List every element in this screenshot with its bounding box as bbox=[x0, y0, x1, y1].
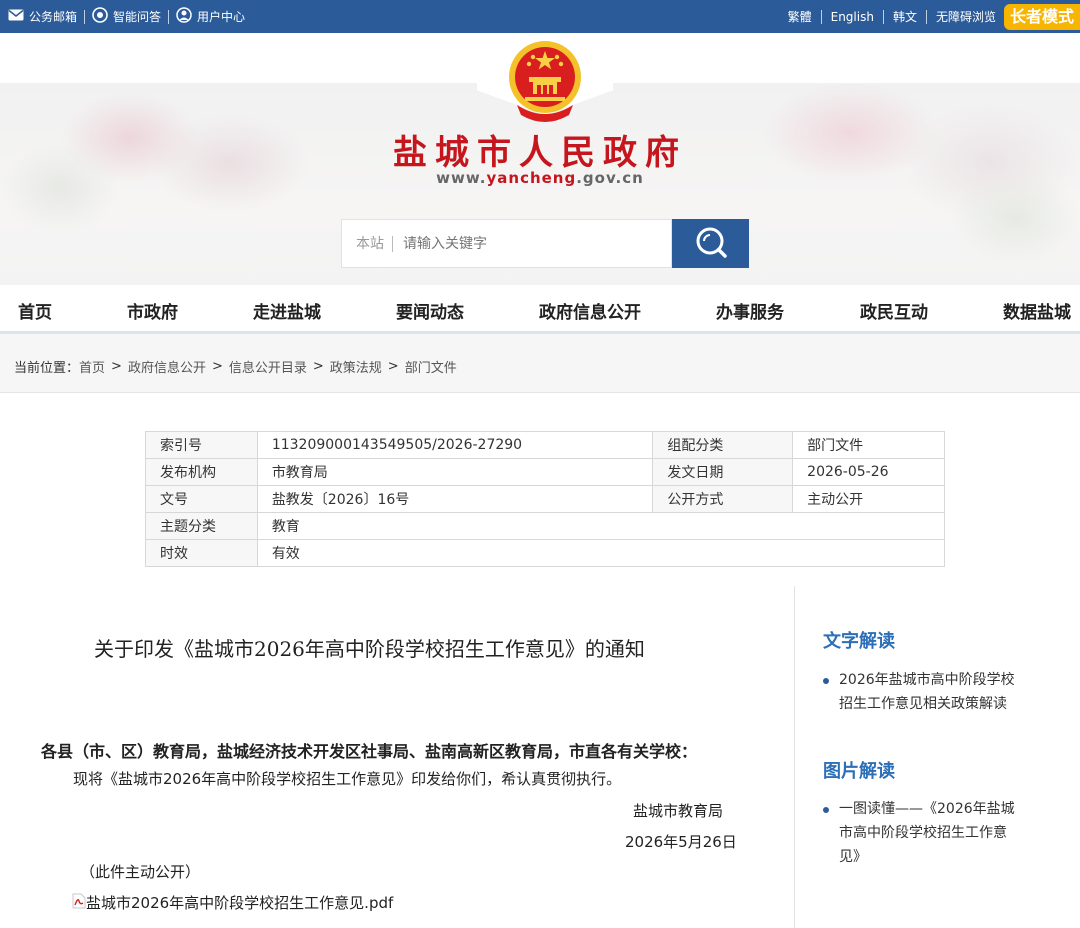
validity-label: 时效 bbox=[145, 539, 258, 567]
korean-link[interactable]: 韩文 bbox=[891, 8, 919, 25]
table-row: 主题分类 教育 bbox=[145, 512, 946, 540]
open-mode-label: 公开方式 bbox=[652, 485, 794, 513]
search-box: 本站 bbox=[341, 219, 672, 268]
nav-about-yancheng[interactable]: 走进盐城 bbox=[253, 298, 321, 323]
site-url: www.yancheng.gov.cn bbox=[0, 169, 1080, 187]
breadcrumb-separator: > bbox=[211, 359, 223, 374]
divider bbox=[820, 9, 822, 24]
qa-icon bbox=[92, 7, 108, 26]
nav-info-disclosure[interactable]: 政府信息公开 bbox=[539, 298, 641, 323]
attachment-name: 盐城市2026年高中阶段学校招生工作意见.pdf bbox=[86, 894, 394, 912]
search-icon bbox=[693, 224, 729, 264]
top-bar: 公务邮箱 智能问答 用户中心 繁體 English 韩文 无障碍浏览 长者模式 bbox=[0, 0, 1080, 33]
topic-label: 主题分类 bbox=[145, 512, 258, 540]
nav-interaction[interactable]: 政民互动 bbox=[860, 298, 928, 323]
image-interpretation-line: 见》 bbox=[839, 849, 867, 865]
nav-news[interactable]: 要闻动态 bbox=[396, 298, 464, 323]
date-value: 2026-05-26 bbox=[792, 458, 945, 486]
qa-link[interactable]: 智能问答 bbox=[92, 7, 161, 26]
table-row: 发布机构 市教育局 发文日期 2026-05-26 bbox=[145, 458, 945, 486]
elder-mode-button[interactable]: 长者模式 bbox=[1003, 3, 1080, 30]
image-interpretation-heading: 图片解读 bbox=[823, 761, 895, 782]
nav-data-yancheng[interactable]: 数据盐城 bbox=[1003, 298, 1071, 323]
nav-city-government[interactable]: 市政府 bbox=[127, 298, 178, 323]
text-interpretation-item[interactable]: 2026年盐城市高中阶段学校 招生工作意见相关政策解读 bbox=[823, 668, 1015, 716]
breadcrumb-separator: > bbox=[387, 359, 399, 374]
breadcrumb-catalog[interactable]: 信息公开目录 bbox=[229, 357, 307, 376]
nav-services[interactable]: 办事服务 bbox=[716, 298, 784, 323]
pdf-icon bbox=[72, 893, 86, 913]
breadcrumb-department-docs[interactable]: 部门文件 bbox=[405, 357, 457, 376]
search-scope[interactable]: 本站 bbox=[342, 235, 393, 252]
main-nav: 首页 市政府 走进盐城 要闻动态 政府信息公开 办事服务 政民互动 数据盐城 bbox=[0, 285, 1080, 334]
text-interpretation-heading: 文字解读 bbox=[823, 631, 895, 652]
mail-label: 公务邮箱 bbox=[29, 10, 78, 24]
divider bbox=[925, 9, 927, 24]
search-bar: 本站 bbox=[341, 219, 749, 268]
english-link[interactable]: English bbox=[829, 10, 876, 24]
topic-value: 教育 bbox=[256, 512, 946, 540]
divider bbox=[168, 9, 170, 24]
search-input[interactable] bbox=[401, 234, 645, 253]
header-banner: 盐城市人民政府 www.yancheng.gov.cn 本站 bbox=[0, 33, 1080, 285]
document-sign-date: 2026年5月26日 bbox=[625, 833, 737, 851]
breadcrumb-policy[interactable]: 政策法规 bbox=[330, 357, 382, 376]
top-bar-left: 公务邮箱 智能问答 用户中心 bbox=[8, 0, 245, 33]
date-label: 发文日期 bbox=[652, 458, 794, 486]
user-center-link[interactable]: 用户中心 bbox=[176, 7, 245, 26]
text-interpretation-line: 招生工作意见相关政策解读 bbox=[839, 696, 1007, 712]
search-button[interactable] bbox=[672, 219, 749, 268]
open-mode-value: 主动公开 bbox=[792, 485, 945, 513]
site-url-suffix: .gov.cn bbox=[576, 169, 644, 187]
national-emblem-icon bbox=[507, 37, 583, 129]
document-info-table: 索引号 113209000143549505/2026-27290 组配分类 部… bbox=[145, 431, 946, 567]
document-title: 关于印发《盐城市2026年高中阶段学校招生工作意见》的通知 bbox=[94, 637, 645, 661]
breadcrumb-label: 当前位置： bbox=[14, 361, 80, 376]
validity-value: 有效 bbox=[256, 539, 946, 567]
mail-link[interactable]: 公务邮箱 bbox=[8, 8, 77, 25]
image-interpretation-line: 市高中阶段学校招生工作意 bbox=[839, 825, 1007, 841]
breadcrumb: 当前位置： 首页 > 政府信息公开 > 信息公开目录 > 政策法规 > 部门文件 bbox=[14, 357, 457, 376]
table-row: 时效 有效 bbox=[145, 539, 946, 567]
publisher-label: 发布机构 bbox=[145, 458, 258, 486]
site-url-highlight: yancheng bbox=[486, 169, 577, 187]
image-interpretation-line: 一图读懂——《2026年盐城 bbox=[839, 801, 1015, 817]
bullet-icon bbox=[823, 678, 829, 684]
divider bbox=[84, 9, 86, 24]
category-label: 组配分类 bbox=[652, 431, 794, 459]
user-icon bbox=[176, 7, 192, 26]
breadcrumb-home[interactable]: 首页 bbox=[79, 357, 105, 376]
breadcrumb-separator: > bbox=[312, 359, 324, 374]
category-value: 部门文件 bbox=[792, 431, 945, 459]
traditional-chinese-link[interactable]: 繁體 bbox=[786, 8, 814, 25]
document-addressee: 各县（市、区）教育局，盐城经济技术开发区社事局、盐南高新区教育局，市直各有关学校… bbox=[41, 742, 698, 761]
docno-value: 盐教发〔2026〕16号 bbox=[256, 485, 654, 513]
index-value: 113209000143549505/2026-27290 bbox=[256, 431, 654, 459]
breadcrumb-info-disclosure[interactable]: 政府信息公开 bbox=[128, 357, 206, 376]
nav-home[interactable]: 首页 bbox=[18, 298, 52, 323]
bullet-icon bbox=[823, 807, 829, 813]
document-body: 现将《盐城市2026年高中阶段学校招生工作意见》印发给你们，希认真贯彻执行。 bbox=[73, 770, 622, 788]
site-title: 盐城市人民政府 bbox=[393, 133, 687, 173]
site-url-prefix: www. bbox=[436, 169, 487, 187]
qa-label: 智能问答 bbox=[113, 10, 162, 24]
breadcrumb-bar: 当前位置： 首页 > 政府信息公开 > 信息公开目录 > 政策法规 > 部门文件 bbox=[0, 334, 1080, 393]
public-note: （此件主动公开） bbox=[80, 863, 201, 881]
accessibility-link[interactable]: 无障碍浏览 bbox=[934, 8, 998, 25]
docno-label: 文号 bbox=[145, 485, 258, 513]
image-interpretation-item[interactable]: 一图读懂——《2026年盐城 市高中阶段学校招生工作意 见》 bbox=[823, 797, 1015, 869]
publisher-value: 市教育局 bbox=[256, 458, 654, 486]
attachment-link[interactable]: 盐城市2026年高中阶段学校招生工作意见.pdf bbox=[72, 892, 393, 913]
table-row: 索引号 113209000143549505/2026-27290 组配分类 部… bbox=[145, 431, 945, 459]
user-center-label: 用户中心 bbox=[197, 10, 246, 24]
index-label: 索引号 bbox=[145, 431, 258, 459]
table-row: 文号 盐教发〔2026〕16号 公开方式 主动公开 bbox=[145, 485, 945, 513]
divider bbox=[882, 9, 884, 24]
mail-icon bbox=[8, 9, 24, 24]
document-signer: 盐城市教育局 bbox=[633, 802, 724, 820]
breadcrumb-separator: > bbox=[111, 359, 122, 374]
top-bar-right: 繁體 English 韩文 无障碍浏览 长者模式 bbox=[786, 0, 1080, 33]
text-interpretation-line: 2026年盐城市高中阶段学校 bbox=[839, 672, 1015, 688]
column-divider bbox=[794, 586, 795, 928]
